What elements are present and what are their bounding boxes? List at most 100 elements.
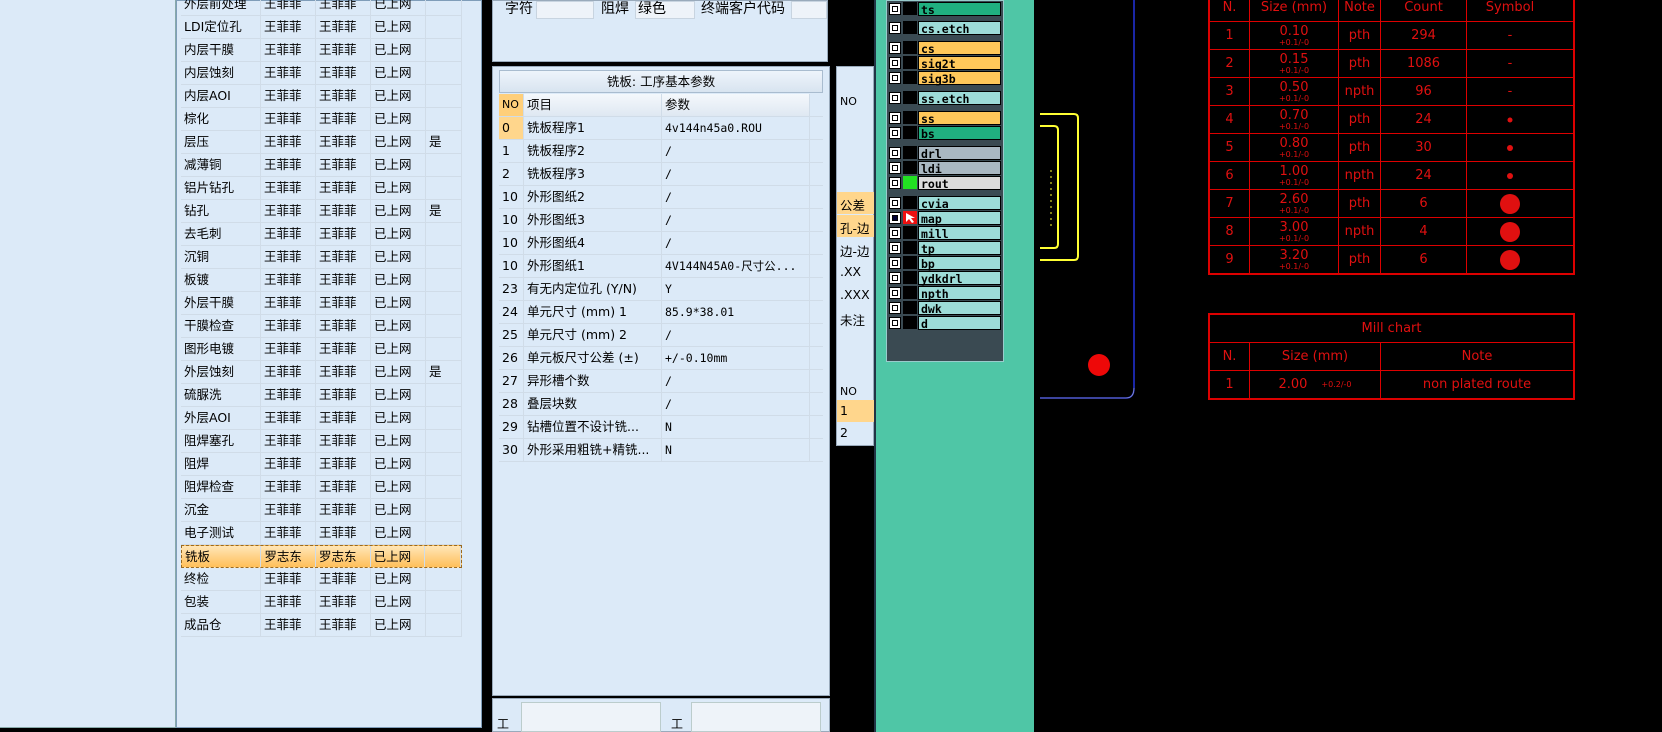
layer-row-sig2t[interactable]: sig2t (889, 55, 1001, 71)
layer-row-ldi[interactable]: ldi (889, 160, 1001, 176)
process-row[interactable]: 电子测试 王菲菲 王菲菲 已上网 (181, 522, 462, 545)
process-row[interactable]: 硫脲洗 王菲菲 王菲菲 已上网 (181, 384, 462, 407)
layer-checkbox[interactable] (889, 161, 901, 174)
mill-param-row[interactable]: 23 有无内定位孔 (Y/N) Y (499, 278, 823, 301)
process-row[interactable]: 阻焊塞孔 王菲菲 王菲菲 已上网 (181, 430, 462, 453)
process-row[interactable]: 外层前处理 王菲菲 王菲菲 已上网 (181, 0, 462, 16)
layer-checkbox[interactable] (889, 146, 901, 159)
layer-row-cs[interactable]: cs (889, 40, 1001, 56)
strip-list-item-1[interactable]: 1 (840, 403, 848, 418)
layer-row-rout[interactable]: rout (889, 175, 1001, 191)
layer-row-cvia[interactable]: cvia (889, 195, 1001, 211)
process-row[interactable]: 铝片钻孔 王菲菲 王菲菲 已上网 (181, 177, 462, 200)
layer-checkbox[interactable] (889, 271, 901, 284)
mill-param-row[interactable]: 27 异形槽个数 / (499, 370, 823, 393)
layer-color-swatch[interactable] (903, 111, 917, 124)
layer-checkbox[interactable] (889, 91, 901, 104)
layer-color-swatch[interactable] (903, 226, 917, 239)
strip-list-item-2[interactable]: 2 (840, 425, 848, 440)
process-row[interactable]: 减薄铜 王菲菲 王菲菲 已上网 (181, 154, 462, 177)
mill-param-row[interactable]: 24 单元尺寸 (mm) 1 85.9*38.01 (499, 301, 823, 324)
layer-checkbox[interactable] (889, 41, 901, 54)
layer-color-swatch[interactable] (903, 41, 917, 54)
layer-row-sig3b[interactable]: sig3b (889, 70, 1001, 86)
solder-field[interactable]: 绿色 (635, 1, 695, 19)
process-row[interactable]: 板镀 王菲菲 王菲菲 已上网 (181, 269, 462, 292)
process-row[interactable]: 沉铜 王菲菲 王菲菲 已上网 (181, 246, 462, 269)
layer-row-ydkdrl[interactable]: ydkdrl (889, 270, 1001, 286)
layer-color-swatch[interactable] (903, 286, 917, 299)
layer-checkbox[interactable] (889, 211, 901, 224)
layer-checkbox[interactable] (889, 196, 901, 209)
mill-param-row[interactable]: 25 单元尺寸 (mm) 2/ (499, 324, 823, 347)
process-row[interactable]: 内层AOI 王菲菲 王菲菲 已上网 (181, 85, 462, 108)
layer-row-npth[interactable]: npth (889, 285, 1001, 301)
layer-color-swatch[interactable] (903, 161, 917, 174)
layer-checkbox[interactable] (889, 126, 901, 139)
layer-row-ss[interactable]: ss (889, 110, 1001, 126)
mill-param-row[interactable]: 28 叠层块数 / (499, 393, 823, 416)
layer-checkbox[interactable] (889, 71, 901, 84)
layer-row-mill[interactable]: mill (889, 225, 1001, 241)
layer-row-ss-etch[interactable]: ss.etch (889, 90, 1001, 106)
process-row[interactable]: 铣板 罗志东 罗志东 已上网 (181, 545, 462, 568)
layer-color-swatch[interactable] (903, 2, 917, 15)
layer-checkbox[interactable] (889, 21, 901, 34)
process-row[interactable]: 外层干膜 王菲菲 王菲菲 已上网 (181, 292, 462, 315)
process-row[interactable]: 阻焊检查 王菲菲 王菲菲 已上网 (181, 476, 462, 499)
process-row[interactable]: 干膜检查 王菲菲 王菲菲 已上网 (181, 315, 462, 338)
mill-param-row[interactable]: 2 铣板程序3/ (499, 163, 823, 186)
process-row[interactable]: 层压 王菲菲 王菲菲 已上网是 (181, 131, 462, 154)
layer-row-tp[interactable]: tp (889, 240, 1001, 256)
mill-param-row[interactable]: 0 铣板程序1 4v144n45a0.ROU (499, 117, 823, 140)
layer-row-bs[interactable]: bs (889, 125, 1001, 141)
process-row[interactable]: 沉金 王菲菲 王菲菲 已上网 (181, 499, 462, 522)
process-row[interactable]: 钻孔 王菲菲 王菲菲 已上网是 (181, 200, 462, 223)
process-row[interactable]: 包装 王菲菲 王菲菲 已上网 (181, 591, 462, 614)
layer-color-swatch[interactable] (903, 316, 917, 329)
mill-param-row[interactable]: 10 外形图纸4/ (499, 232, 823, 255)
layer-color-swatch[interactable] (903, 21, 917, 34)
layer-row-bp[interactable]: bp (889, 255, 1001, 271)
char-field[interactable] (536, 1, 594, 19)
process-row[interactable]: 内层干膜 王菲菲 王菲菲 已上网 (181, 39, 462, 62)
mill-param-row[interactable]: 29 钻槽位置不设计铣... N (499, 416, 823, 439)
process-row[interactable]: 阻焊 王菲菲 王菲菲 已上网 (181, 453, 462, 476)
layer-color-swatch[interactable] (903, 256, 917, 269)
customer-code-field[interactable] (791, 1, 827, 19)
layer-color-swatch[interactable] (903, 271, 917, 284)
process-row[interactable]: 去毛刺 王菲菲 王菲菲 已上网 (181, 223, 462, 246)
layer-checkbox[interactable] (889, 301, 901, 314)
process-row[interactable]: 外层蚀刻 王菲菲 王菲菲 已上网是 (181, 361, 462, 384)
layer-color-swatch[interactable] (903, 91, 917, 104)
mill-param-row[interactable]: 26 单元板尺寸公差 (±) +/-0.10mm (499, 347, 823, 370)
layer-color-swatch[interactable] (903, 196, 917, 209)
layer-color-swatch[interactable] (903, 301, 917, 314)
layer-row-ts[interactable]: ts (889, 1, 1001, 17)
layer-color-swatch[interactable] (903, 146, 917, 159)
process-row[interactable]: 外层AOI 王菲菲 王菲菲 已上网 (181, 407, 462, 430)
layer-checkbox[interactable] (889, 176, 901, 189)
mill-param-row[interactable]: 10 外形图纸3/ (499, 209, 823, 232)
layer-color-swatch[interactable] (903, 126, 917, 139)
bottom-text-area-1[interactable] (521, 702, 661, 732)
process-row[interactable]: 棕化 王菲菲 王菲菲 已上网 (181, 108, 462, 131)
layer-row-cs-etch[interactable]: cs.etch (889, 20, 1001, 36)
layer-row-d[interactable]: d (889, 315, 1001, 331)
layer-color-swatch[interactable] (903, 176, 917, 189)
layer-checkbox[interactable] (889, 226, 901, 239)
mill-param-row[interactable]: 30 外形采用粗铣+精铣... N (499, 439, 823, 462)
layer-row-map[interactable]: map (889, 210, 1001, 226)
process-row[interactable]: 终检 王菲菲 王菲菲 已上网 (181, 568, 462, 591)
bottom-text-area-2[interactable] (691, 702, 821, 732)
layer-row-dwk[interactable]: dwk (889, 300, 1001, 316)
layer-checkbox[interactable] (889, 2, 901, 15)
mill-param-row[interactable]: 1 铣板程序2/ (499, 140, 823, 163)
layer-color-swatch[interactable] (903, 71, 917, 84)
process-row[interactable]: 内层蚀刻 王菲菲 王菲菲 已上网 (181, 62, 462, 85)
process-row[interactable]: LDI定位孔 王菲菲 王菲菲 已上网 (181, 16, 462, 39)
layer-row-drl[interactable]: drl (889, 145, 1001, 161)
mill-param-row[interactable]: 10 外形图纸2/ (499, 186, 823, 209)
layer-checkbox[interactable] (889, 316, 901, 329)
layer-color-swatch[interactable] (903, 211, 917, 224)
